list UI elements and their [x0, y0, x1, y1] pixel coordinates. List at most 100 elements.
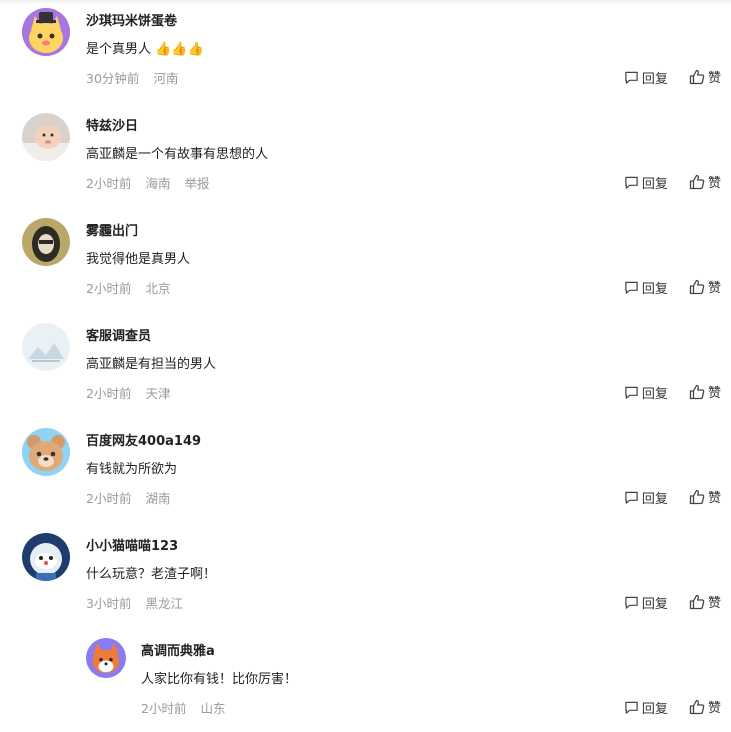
comment-location: 海南: [145, 176, 171, 191]
avatar[interactable]: [86, 638, 126, 678]
comment-text: 我觉得他是真男人: [86, 252, 191, 267]
comment-time: 2小时前: [86, 176, 132, 191]
thumbs-up-icon: [689, 489, 705, 504]
comment-author[interactable]: 客服调查员: [86, 325, 151, 344]
thumbs-up-icon: [689, 594, 705, 609]
comment-text: 高亚麟是有担当的男人: [86, 357, 217, 372]
report-link[interactable]: 举报: [184, 176, 209, 191]
thumbs-up-emoji-icon: 👍👍👍: [155, 42, 204, 57]
comment-bubble-icon: [625, 386, 638, 399]
comment-time: 2小时前: [86, 491, 132, 506]
like-label: 赞: [707, 491, 721, 506]
comment-location: 湖南: [145, 491, 171, 506]
comment-location: 天津: [145, 386, 171, 401]
comment-author[interactable]: 高调而典雅a: [141, 640, 215, 659]
comment-text: 是个真男人 👍👍👍: [86, 42, 204, 57]
comment-bubble-icon: [625, 701, 638, 714]
reply-label: 回复: [641, 281, 668, 297]
comment-actions: 回复 赞: [624, 487, 721, 509]
avatar[interactable]: [22, 428, 70, 476]
like-button[interactable]: 赞: [689, 697, 721, 716]
comment-meta: 30分钟前 河南: [86, 68, 188, 87]
comment-author[interactable]: 雾霾出门: [86, 220, 138, 239]
comment-bubble-icon: [625, 281, 638, 294]
reply-button[interactable]: 回复: [624, 593, 668, 612]
thumbs-up-icon: [689, 279, 705, 294]
comment-location: 山东: [200, 701, 226, 716]
reply-label: 回复: [641, 491, 668, 507]
like-label: 赞: [707, 596, 721, 611]
comment-bubble-icon: [625, 491, 638, 504]
like-label: 赞: [707, 701, 721, 716]
comment-text: 什么玩意？老渣子啊！: [86, 567, 217, 582]
comment-item: 沙琪玛米饼蛋卷 是个真男人 👍👍👍 30分钟前 河南 回复 赞: [0, 0, 731, 100]
like-button[interactable]: 赞: [689, 277, 721, 296]
comment-actions: 回复 赞: [624, 172, 721, 194]
reply-button[interactable]: 回复: [624, 173, 668, 192]
reply-label: 回复: [641, 596, 668, 612]
comment-actions: 回复 赞: [624, 697, 721, 719]
thumbs-up-icon: [689, 69, 705, 84]
thumbs-up-icon: [689, 699, 705, 714]
comment-author[interactable]: 小小猫喵喵123: [86, 535, 178, 554]
like-button[interactable]: 赞: [689, 592, 721, 611]
comment-text: 高亚麟是一个有故事有思想的人: [86, 147, 269, 162]
comment-item: 小小猫喵喵123 什么玩意？老渣子啊！ 3小时前 黑龙江 回复 赞: [0, 525, 731, 625]
comment-author[interactable]: 百度网友400a149: [86, 430, 201, 449]
comment-item: 雾霾出门 我觉得他是真男人 2小时前 北京 回复 赞: [0, 210, 731, 310]
like-button[interactable]: 赞: [689, 382, 721, 401]
reply-item: 高调而典雅a 人家比你有钱！比你厉害！ 2小时前 山东 回复 赞: [0, 630, 731, 730]
comment-location: 河南: [153, 71, 179, 86]
comment-meta: 2小时前 湖南: [86, 488, 180, 507]
comment-location: 黑龙江: [145, 596, 183, 611]
like-label: 赞: [707, 71, 721, 86]
reply-button[interactable]: 回复: [624, 383, 668, 402]
reply-button[interactable]: 回复: [624, 68, 668, 87]
like-label: 赞: [707, 386, 721, 401]
comment-time: 2小时前: [86, 281, 132, 296]
comment-author[interactable]: 特兹沙日: [86, 115, 138, 134]
comment-item: 特兹沙日 高亚麟是一个有故事有思想的人 2小时前 海南 举报 回复 赞: [0, 105, 731, 205]
comment-actions: 回复 赞: [624, 592, 721, 614]
like-button[interactable]: 赞: [689, 487, 721, 506]
avatar[interactable]: [22, 113, 70, 161]
thumbs-up-icon: [689, 174, 705, 189]
comment-actions: 回复 赞: [624, 67, 721, 89]
reply-label: 回复: [641, 701, 668, 717]
comment-actions: 回复 赞: [624, 382, 721, 404]
reply-label: 回复: [641, 176, 668, 192]
reply-button[interactable]: 回复: [624, 698, 668, 717]
comment-author[interactable]: 沙琪玛米饼蛋卷: [86, 10, 177, 29]
comment-meta: 2小时前 北京: [86, 278, 180, 297]
reply-label: 回复: [641, 386, 668, 402]
reply-label: 回复: [641, 71, 668, 87]
comment-meta: 2小时前 山东: [141, 698, 235, 717]
comment-time: 3小时前: [86, 596, 132, 611]
comment-time: 30分钟前: [86, 71, 140, 86]
comment-time: 2小时前: [86, 386, 132, 401]
thumbs-up-icon: [689, 384, 705, 399]
comment-meta: 3小时前 黑龙江: [86, 593, 193, 612]
comment-meta: 2小时前 海南 举报: [86, 173, 219, 192]
comment-location: 北京: [145, 281, 171, 296]
comment-item: 客服调查员 高亚麟是有担当的男人 2小时前 天津 回复 赞: [0, 315, 731, 415]
comment-bubble-icon: [625, 176, 638, 189]
avatar[interactable]: [22, 8, 70, 56]
avatar[interactable]: [22, 323, 70, 371]
like-button[interactable]: 赞: [689, 67, 721, 86]
avatar[interactable]: [22, 533, 70, 581]
comment-time: 2小时前: [141, 701, 187, 716]
comment-bubble-icon: [625, 71, 638, 84]
comment-meta: 2小时前 天津: [86, 383, 180, 402]
like-button[interactable]: 赞: [689, 172, 721, 191]
like-label: 赞: [707, 176, 721, 191]
comment-actions: 回复 赞: [624, 277, 721, 299]
reply-button[interactable]: 回复: [624, 278, 668, 297]
like-label: 赞: [707, 281, 721, 296]
comment-text: 有钱就为所欲为: [86, 462, 178, 477]
comment-bubble-icon: [625, 596, 638, 609]
comment-item: 百度网友400a149 有钱就为所欲为 2小时前 湖南 回复 赞: [0, 420, 731, 520]
comment-text: 人家比你有钱！比你厉害！: [141, 672, 298, 687]
avatar[interactable]: [22, 218, 70, 266]
reply-button[interactable]: 回复: [624, 488, 668, 507]
